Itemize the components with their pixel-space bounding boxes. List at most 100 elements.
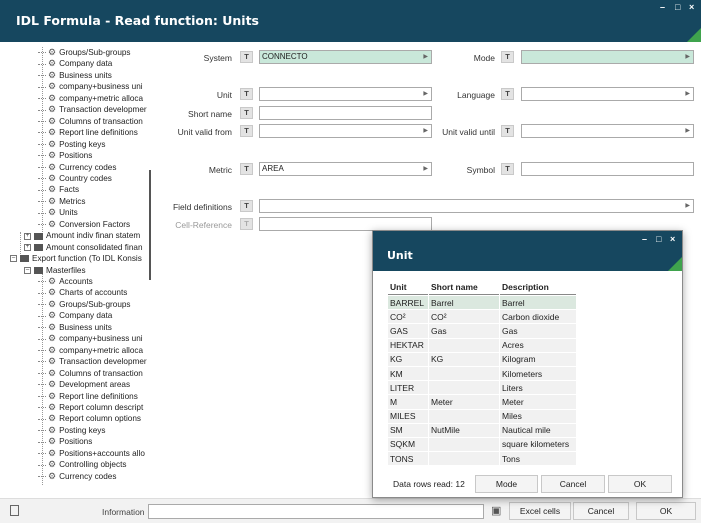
tree-node[interactable]: ⚙ Posting keys bbox=[38, 425, 106, 437]
tree-node[interactable]: ⚙ Country codes bbox=[38, 173, 112, 185]
table-row[interactable]: GAS Gas Gas bbox=[388, 324, 576, 338]
tree-node[interactable]: ⚙ company+business uni bbox=[38, 81, 143, 93]
tree-node[interactable]: ⚙ Controlling objects bbox=[38, 459, 126, 471]
navigation-tree[interactable]: ⚙ Groups/Sub-groups ⚙ Company data ⚙ Business… bbox=[8, 47, 154, 490]
minimize-icon[interactable]: – bbox=[660, 2, 665, 12]
maximize-icon[interactable]: □ bbox=[656, 234, 661, 244]
mode-button[interactable]: Mode bbox=[475, 475, 538, 493]
table-row[interactable]: HEKTAR Acres bbox=[388, 338, 576, 352]
column-header-unit[interactable]: Unit bbox=[388, 280, 428, 295]
mode-t-button[interactable]: T bbox=[501, 51, 514, 63]
tree-scrollbar[interactable] bbox=[149, 170, 151, 280]
unit-valid-from-field[interactable]: ▶ bbox=[259, 124, 432, 138]
tree-node[interactable]: – Masterfiles bbox=[24, 265, 86, 277]
unit-field[interactable]: ▶ bbox=[259, 87, 432, 101]
column-header-short-name[interactable]: Short name bbox=[429, 280, 499, 295]
mode-field[interactable]: ▶ bbox=[521, 50, 694, 64]
table-row[interactable]: TONS Tons bbox=[388, 452, 576, 466]
expand-icon[interactable]: + bbox=[24, 232, 31, 240]
unit-valid-from-t-button[interactable]: T bbox=[240, 125, 253, 137]
tree-node[interactable]: ⚙ Company data bbox=[38, 58, 112, 70]
short-name-field[interactable] bbox=[259, 106, 432, 120]
unit-valid-until-t-button[interactable]: T bbox=[501, 125, 514, 137]
tree-node[interactable]: ⚙ Report line definitions bbox=[38, 391, 138, 403]
tree-node[interactable]: ⚙ Accounts bbox=[38, 276, 93, 288]
excel-icon[interactable]: ▣ bbox=[491, 504, 501, 517]
collapse-icon[interactable]: – bbox=[10, 255, 17, 263]
table-row[interactable]: CO² CO² Carbon dioxide bbox=[388, 310, 576, 324]
symbol-field[interactable] bbox=[521, 162, 694, 176]
system-field[interactable]: CONNECTO ▶ bbox=[259, 50, 432, 64]
chevron-right-icon[interactable]: ▶ bbox=[685, 51, 690, 63]
tree-node[interactable]: ⚙ Report line definitions bbox=[38, 127, 138, 139]
chevron-right-icon[interactable]: ▶ bbox=[423, 163, 428, 175]
tree-node[interactable]: ⚙ Transaction developmer bbox=[38, 104, 147, 116]
tree-node[interactable]: ⚙ company+business uni bbox=[38, 333, 143, 345]
tree-node[interactable]: ⚙ Report column descript bbox=[38, 402, 143, 414]
tree-node[interactable]: ⚙ Units bbox=[38, 207, 78, 219]
tree-node[interactable]: ⚙ Currency codes bbox=[38, 162, 116, 174]
table-row[interactable]: M Meter Meter bbox=[388, 395, 576, 409]
information-field[interactable] bbox=[148, 504, 484, 519]
cell-reference-field[interactable] bbox=[259, 217, 432, 231]
table-row[interactable]: BARREL Barrel Barrel bbox=[388, 296, 576, 310]
tree-node[interactable]: ⚙ Conversion Factors bbox=[38, 219, 130, 231]
table-row[interactable]: SM NutMile Nautical mile bbox=[388, 423, 576, 437]
tree-node[interactable]: ⚙ Groups/Sub-groups bbox=[38, 47, 131, 59]
close-icon[interactable]: × bbox=[670, 234, 675, 244]
tree-node[interactable]: ⚙ Groups/Sub-groups bbox=[38, 299, 131, 311]
system-t-button[interactable]: T bbox=[240, 51, 253, 63]
tree-node[interactable]: ⚙ Positions+accounts allo bbox=[38, 448, 145, 460]
tree-node[interactable]: ⚙ Positions bbox=[38, 150, 92, 162]
tree-node[interactable]: ⚙ Company data bbox=[38, 310, 112, 322]
expand-icon[interactable]: + bbox=[24, 243, 31, 251]
table-row[interactable]: KG KG Kilogram bbox=[388, 352, 576, 366]
tree-node[interactable]: ⚙ Charts of accounts bbox=[38, 287, 127, 299]
tree-node[interactable]: ⚙ company+metric alloca bbox=[38, 93, 143, 105]
tree-node[interactable]: ⚙ Currency codes bbox=[38, 471, 116, 483]
dialog-ok-button[interactable]: OK bbox=[608, 475, 672, 493]
tree-node[interactable]: ⚙ Transaction developmer bbox=[38, 356, 147, 368]
table-row[interactable]: KM Kilometers bbox=[388, 366, 576, 381]
tree-node[interactable]: ⚙ Metrics bbox=[38, 196, 85, 208]
chevron-right-icon[interactable]: ▶ bbox=[685, 125, 690, 137]
tree-node[interactable]: ⚙ Report column options bbox=[38, 413, 141, 425]
table-row[interactable]: MILES Miles bbox=[388, 409, 576, 423]
tree-node[interactable]: ⚙ Columns of transaction bbox=[38, 116, 143, 128]
metric-t-button[interactable]: T bbox=[240, 163, 253, 175]
chevron-right-icon[interactable]: ▶ bbox=[423, 88, 428, 100]
cancel-button[interactable]: Cancel bbox=[573, 502, 629, 520]
tree-node[interactable]: + Amount consolidated finan bbox=[24, 242, 143, 254]
metric-field[interactable]: AREA ▶ bbox=[259, 162, 432, 176]
collapse-icon[interactable]: – bbox=[24, 266, 31, 274]
excel-cells-button[interactable]: Excel cells bbox=[509, 502, 571, 520]
minimize-icon[interactable]: – bbox=[642, 234, 647, 244]
table-row[interactable]: SQKM square kilometers bbox=[388, 437, 576, 452]
symbol-t-button[interactable]: T bbox=[501, 163, 514, 175]
short-name-t-button[interactable]: T bbox=[240, 107, 253, 119]
language-field[interactable]: ▶ bbox=[521, 87, 694, 101]
chevron-right-icon[interactable]: ▶ bbox=[423, 51, 428, 63]
tree-node[interactable]: – Export function (To IDL Konsis bbox=[10, 253, 142, 265]
tree-node[interactable]: ⚙ Posting keys bbox=[38, 139, 106, 151]
units-table[interactable]: Unit Short name Description BARREL Barrel… bbox=[387, 279, 577, 466]
tree-node[interactable]: ⚙ Business units bbox=[38, 70, 112, 82]
tree-node[interactable]: ⚙ Development areas bbox=[38, 379, 130, 391]
close-icon[interactable]: × bbox=[689, 2, 694, 12]
panel-toggle-icon[interactable] bbox=[10, 505, 19, 516]
maximize-icon[interactable]: □ bbox=[675, 2, 680, 12]
tree-node[interactable]: ⚙ Facts bbox=[38, 184, 79, 196]
field-definitions-t-button[interactable]: T bbox=[240, 200, 253, 212]
unit-t-button[interactable]: T bbox=[240, 88, 253, 100]
tree-node[interactable]: ⚙ Columns of transaction bbox=[38, 368, 143, 380]
chevron-right-icon[interactable]: ▶ bbox=[685, 200, 690, 212]
unit-valid-until-field[interactable]: ▶ bbox=[521, 124, 694, 138]
tree-node[interactable]: ⚙ Business units bbox=[38, 322, 112, 334]
chevron-right-icon[interactable]: ▶ bbox=[685, 88, 690, 100]
language-t-button[interactable]: T bbox=[501, 88, 514, 100]
tree-node[interactable]: ⚙ Positions bbox=[38, 436, 92, 448]
table-row[interactable]: LITER Liters bbox=[388, 381, 576, 395]
column-header-description[interactable]: Description bbox=[500, 280, 576, 295]
field-definitions-field[interactable]: ▶ bbox=[259, 199, 694, 213]
ok-button[interactable]: OK bbox=[636, 502, 696, 520]
